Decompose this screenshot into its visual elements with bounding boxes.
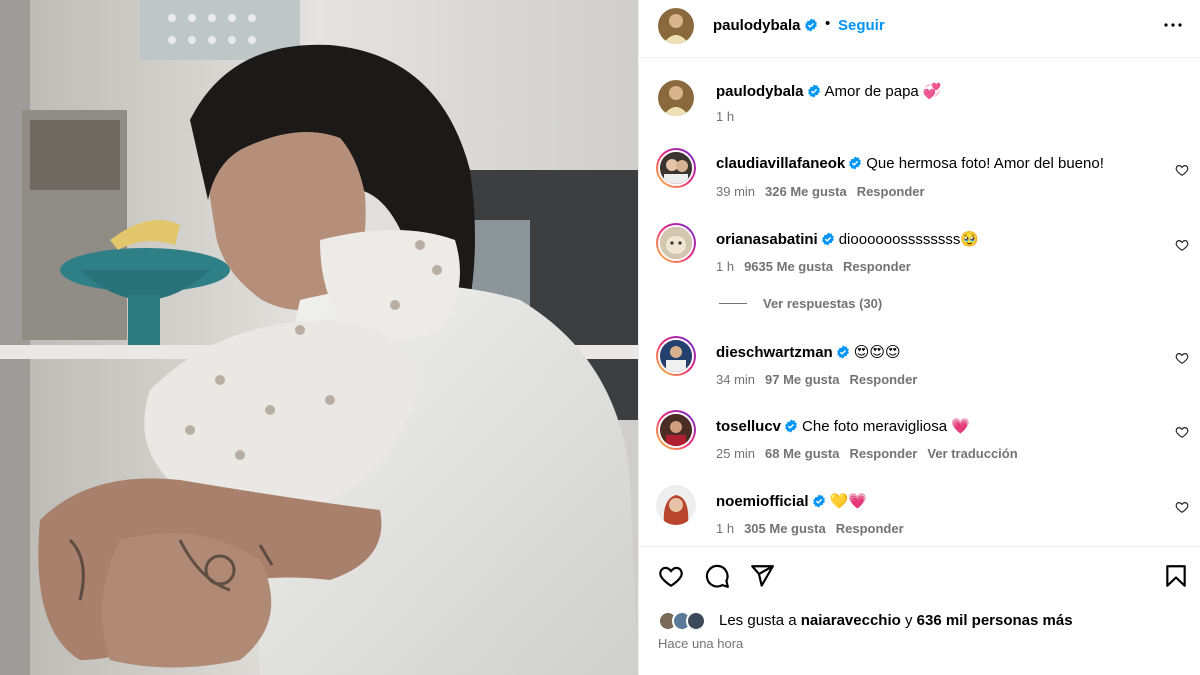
author-username[interactable]: paulodybala: [713, 17, 818, 34]
more-options-icon[interactable]: [1161, 13, 1185, 37]
post-actions: Les gusta a naiaravecchio y 636 mil pers…: [639, 546, 1200, 675]
comment-line: tosellucv Che foto meravigliosa 💗: [716, 417, 970, 435]
comment-meta: 1 h 305 Me gusta Responder: [716, 521, 914, 536]
father-holding-baby-photo: [0, 0, 638, 675]
caption-line: paulodybala Amor de papa 💞: [716, 82, 942, 100]
commenter-avatar[interactable]: [656, 410, 696, 450]
caption-meta: 1 h: [716, 109, 744, 124]
likes-and: y: [904, 612, 913, 629]
commenter-avatar[interactable]: [656, 148, 696, 188]
comment-line: claudiavillafaneok Que hermosa foto! Amor…: [716, 155, 1104, 172]
comment-like-heart-icon[interactable]: [1175, 351, 1189, 365]
reply-button[interactable]: Responder: [836, 521, 904, 536]
comment-text: 😍😍😍: [853, 344, 901, 361]
separator-dot: •: [825, 15, 831, 32]
comment-line: orianasabatini dioooooossssssss🥹: [716, 230, 979, 248]
comment-time[interactable]: 1 h: [716, 521, 734, 536]
verified-badge-icon: [785, 419, 797, 433]
commenter-avatar[interactable]: [656, 485, 696, 525]
replies-divider: [719, 303, 747, 304]
translate-button[interactable]: Ver traducción: [927, 446, 1017, 461]
comment-meta: 34 min 97 Me gusta Responder: [716, 372, 927, 387]
comment-likes[interactable]: 68 Me gusta: [765, 446, 839, 461]
verified-badge-icon: [804, 18, 817, 32]
heart-icon[interactable]: [658, 563, 684, 589]
comment-likes[interactable]: 97 Me gusta: [765, 372, 839, 387]
verified-badge-icon: [807, 84, 820, 98]
caption-username[interactable]: paulodybala: [716, 83, 804, 100]
comment-like-heart-icon[interactable]: [1175, 163, 1189, 177]
comment-like-heart-icon[interactable]: [1175, 425, 1189, 439]
comment-username[interactable]: noemiofficial: [716, 493, 809, 510]
comment-like-heart-icon[interactable]: [1175, 500, 1189, 514]
caption-text: Amor de papa 💞: [824, 83, 942, 100]
comment-time[interactable]: 1 h: [716, 259, 734, 274]
post-timestamp[interactable]: Hace una hora: [658, 636, 743, 651]
caption-author-avatar[interactable]: [658, 80, 694, 116]
caption-time[interactable]: 1 h: [716, 109, 734, 124]
share-icon[interactable]: [749, 563, 775, 589]
view-replies-button[interactable]: Ver respuestas (30): [719, 296, 882, 311]
post-sidebar: paulodybala • Seguir paulodybala Amor de …: [638, 0, 1200, 675]
comment-likes[interactable]: 326 Me gusta: [765, 184, 847, 199]
commenter-avatar[interactable]: [656, 336, 696, 376]
view-replies-label[interactable]: Ver respuestas (30): [763, 296, 882, 311]
comment-meta: 25 min 68 Me gusta Responder Ver traducción: [716, 446, 1028, 461]
comment-username[interactable]: claudiavillafaneok: [716, 155, 845, 172]
post-header: paulodybala • Seguir: [639, 0, 1200, 58]
reply-button[interactable]: Responder: [857, 184, 925, 199]
likes-prefix: Les gusta a: [719, 612, 797, 629]
commenter-avatar[interactable]: [656, 223, 696, 263]
comment-text: Que hermosa foto! Amor del bueno!: [866, 155, 1104, 172]
reply-button[interactable]: Responder: [849, 372, 917, 387]
comment-line: noemiofficial 💛💗: [716, 492, 867, 510]
comment-text: 💛💗: [829, 493, 867, 510]
likes-count[interactable]: 636 mil personas más: [917, 612, 1073, 629]
comment-meta: 39 min 326 Me gusta Responder: [716, 184, 935, 199]
comment-time[interactable]: 34 min: [716, 372, 755, 387]
reply-button[interactable]: Responder: [849, 446, 917, 461]
liker-username[interactable]: naiaravecchio: [801, 612, 901, 629]
author-avatar[interactable]: [658, 8, 694, 44]
bookmark-icon[interactable]: [1163, 563, 1189, 589]
reply-button[interactable]: Responder: [843, 259, 911, 274]
comment-line: dieschwartzman 😍😍😍: [716, 343, 901, 361]
comment-like-heart-icon[interactable]: [1175, 238, 1189, 252]
likes-summary[interactable]: Les gusta a naiaravecchio y 636 mil pers…: [719, 612, 1073, 629]
verified-badge-icon: [821, 232, 834, 246]
post-photo[interactable]: [0, 0, 638, 675]
liker-avatar: [686, 611, 706, 631]
follow-button[interactable]: Seguir: [838, 17, 885, 34]
comment-likes[interactable]: 305 Me gusta: [744, 521, 826, 536]
verified-badge-icon: [849, 156, 862, 170]
author-username-text[interactable]: paulodybala: [713, 17, 801, 34]
comment-time[interactable]: 25 min: [716, 446, 755, 461]
verified-badge-icon: [836, 345, 849, 359]
verified-badge-icon: [812, 494, 825, 508]
comment-text: dioooooossssssss🥹: [838, 231, 980, 248]
comment-username[interactable]: tosellucv: [716, 418, 781, 435]
comment-username[interactable]: orianasabatini: [716, 231, 818, 248]
comment-text: Che foto meravigliosa 💗: [802, 418, 970, 435]
comment-username[interactable]: dieschwartzman: [716, 344, 833, 361]
comment-meta: 1 h 9635 Me gusta Responder: [716, 259, 921, 274]
comment-icon[interactable]: [704, 563, 730, 589]
comment-likes[interactable]: 9635 Me gusta: [744, 259, 833, 274]
comment-time[interactable]: 39 min: [716, 184, 755, 199]
